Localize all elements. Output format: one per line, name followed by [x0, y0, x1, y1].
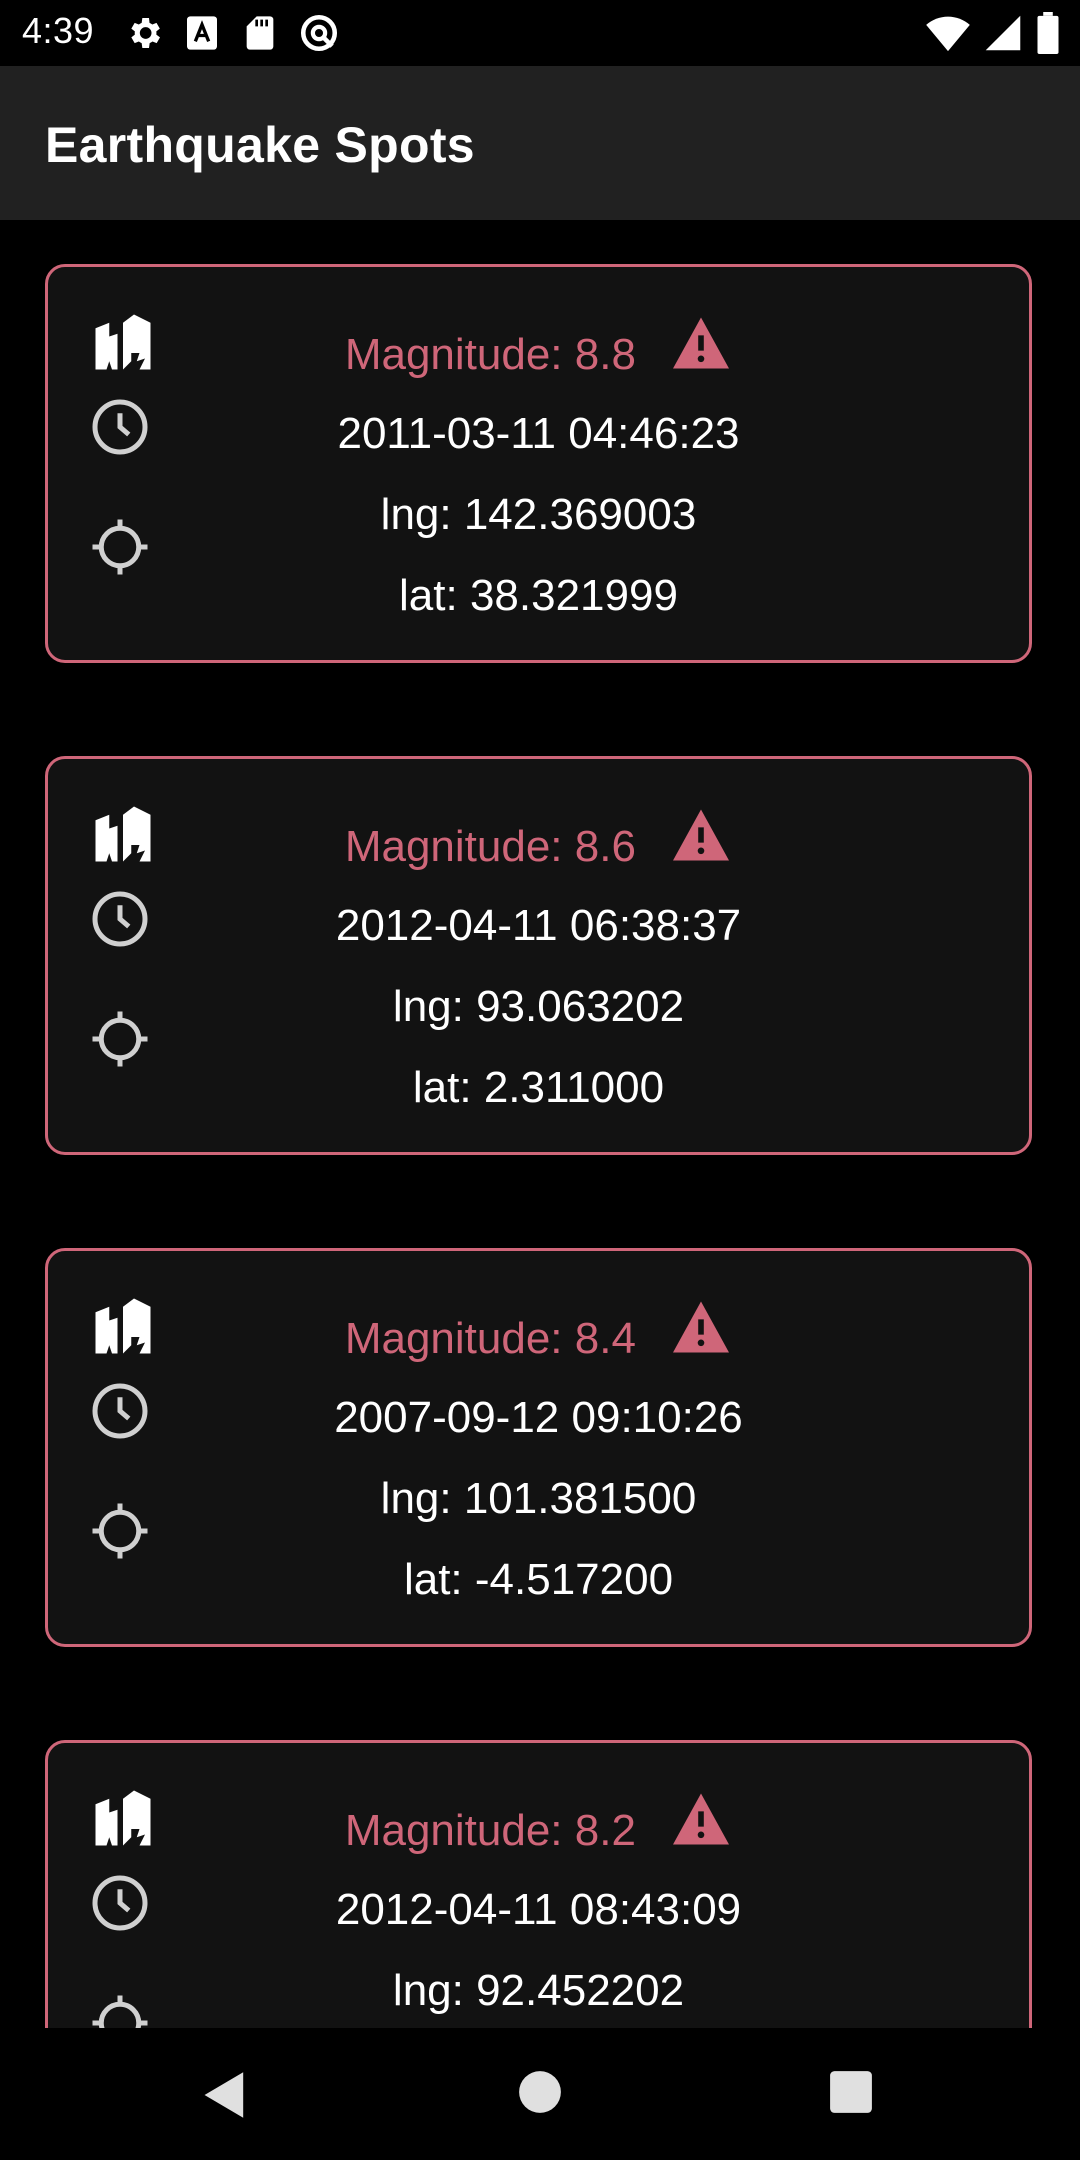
longitude-text: lng: 92.452202: [392, 1966, 685, 2015]
gear-icon: [124, 13, 164, 58]
status-icons-right: [926, 12, 1060, 59]
earthquake-card[interactable]: Magnitude: 8.8 2011-03-11 04:46:23 lng: …: [45, 264, 1032, 663]
home-icon[interactable]: [518, 2070, 562, 2119]
app-title: Earthquake Spots: [45, 117, 475, 173]
sd-card-icon: [240, 13, 280, 58]
magnitude-row: Magnitude: 8.8: [48, 317, 1029, 388]
time-text: 2011-03-11 04:46:23: [337, 409, 740, 458]
latitude-text: lat: 2.311000: [412, 1063, 665, 1112]
earthquake-list[interactable]: Magnitude: 8.8 2011-03-11 04:46:23 lng: …: [0, 220, 1080, 2028]
time-text: 2012-04-11 06:38:37: [335, 901, 742, 950]
longitude-text: lng: 93.063202: [392, 982, 685, 1031]
magnitude-label: Magnitude: 8.2: [344, 1805, 636, 1855]
warning-icon: [670, 807, 732, 874]
magnitude-row: Magnitude: 8.4: [48, 1301, 1029, 1372]
magnitude-row: Magnitude: 8.6: [48, 809, 1029, 880]
cell-signal-icon: [984, 13, 1022, 58]
warning-icon: [670, 315, 732, 382]
back-icon[interactable]: [202, 2070, 248, 2125]
earthquake-card[interactable]: Magnitude: 8.2 2012-04-11 08:43:09 lng: …: [45, 1740, 1032, 2028]
warning-icon: [670, 1791, 732, 1858]
longitude-text: lng: 142.369003: [380, 490, 697, 539]
sync-icon: [298, 12, 340, 59]
latitude-text: lat: -4.517200: [403, 1555, 674, 1604]
magnitude-row: Magnitude: 8.2: [48, 1793, 1029, 1864]
text-a-icon: [182, 13, 222, 58]
app-bar: Earthquake Spots: [0, 66, 1080, 220]
status-time: 4:39: [22, 10, 95, 51]
status-icons-left: [124, 12, 340, 59]
magnitude-label: Magnitude: 8.6: [344, 821, 636, 871]
time-text: 2012-04-11 08:43:09: [335, 1885, 742, 1934]
magnitude-label: Magnitude: 8.8: [344, 329, 636, 379]
longitude-text: lng: 101.381500: [380, 1474, 697, 1523]
status-bar: 4:39: [0, 0, 1080, 66]
latitude-text: lat: 38.321999: [399, 571, 678, 620]
wifi-icon: [926, 13, 970, 58]
navigation-bar: [0, 2028, 1080, 2160]
time-text: 2007-09-12 09:10:26: [334, 1393, 743, 1442]
earthquake-card[interactable]: Magnitude: 8.6 2012-04-11 06:38:37 lng: …: [45, 756, 1032, 1155]
earthquake-card[interactable]: Magnitude: 8.4 2007-09-12 09:10:26 lng: …: [45, 1248, 1032, 1647]
battery-icon: [1036, 12, 1060, 59]
magnitude-label: Magnitude: 8.4: [344, 1313, 636, 1363]
recents-icon[interactable]: [829, 2070, 873, 2119]
warning-icon: [670, 1299, 732, 1366]
